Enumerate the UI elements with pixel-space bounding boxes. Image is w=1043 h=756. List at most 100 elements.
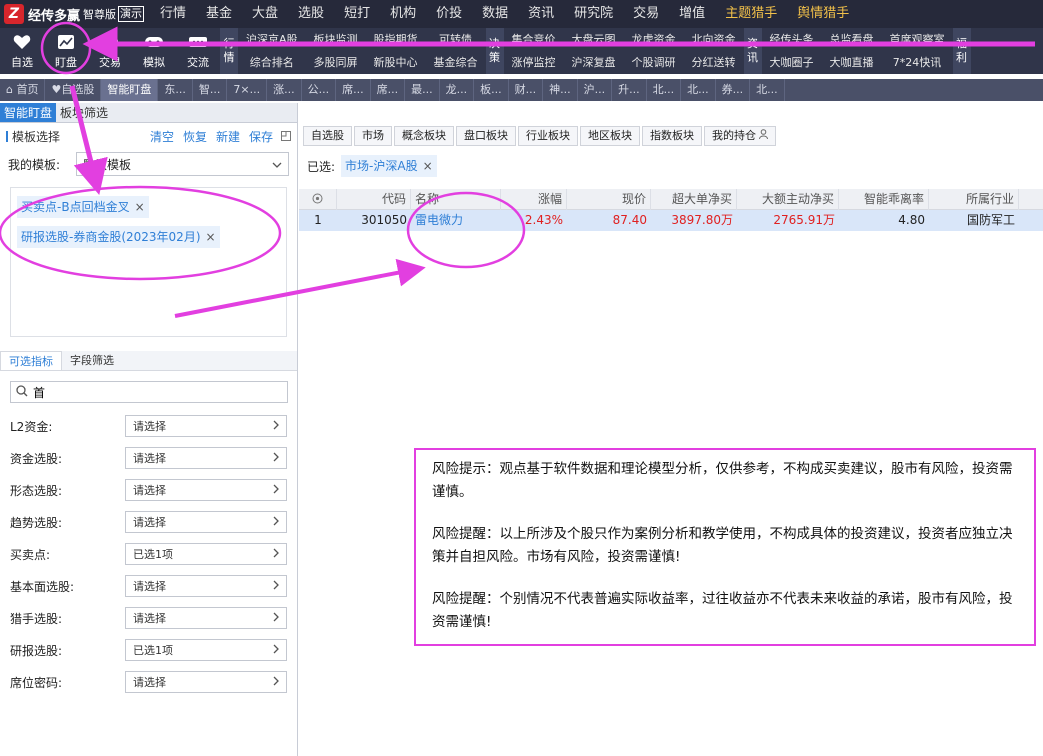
toolbar-link[interactable]: 龙虎资金 <box>624 28 684 51</box>
toolbar-btn-trade[interactable]: 交易 <box>88 28 132 74</box>
filter-select[interactable]: 请选择 <box>125 479 287 501</box>
column-header[interactable]: 智能乖离率 <box>839 188 929 210</box>
template-chip[interactable]: 买卖点-B点回档金叉 × <box>17 196 149 218</box>
page-tab[interactable]: ♥自选股 <box>45 79 102 101</box>
table-cell[interactable]: 雷电微力 <box>411 210 501 231</box>
toolbar-link[interactable]: 基金综合 <box>426 51 486 74</box>
column-header[interactable]: 所属行业 <box>929 188 1019 210</box>
page-tab[interactable]: ⌂ 首页 <box>0 79 46 101</box>
tab-sector-filter[interactable]: 板块筛选 <box>56 103 112 122</box>
search-input[interactable] <box>33 385 273 399</box>
toolbar-link[interactable]: 股指期货 <box>366 28 426 51</box>
toolbar-link[interactable]: 分红送转 <box>684 51 744 74</box>
category-tab[interactable]: 地区板块 <box>580 126 640 146</box>
new-template-button[interactable]: 新建 <box>216 128 240 145</box>
page-tab[interactable]: 板... <box>474 79 509 101</box>
market-chip[interactable]: 市场-沪深A股 × <box>341 155 437 177</box>
toolbar-link[interactable]: 北向资金 <box>684 28 744 51</box>
toolbar-link[interactable]: 大咖直播 <box>822 51 882 74</box>
category-tab[interactable]: 自选股 <box>303 126 352 146</box>
toolbar-link[interactable]: 个股调研 <box>624 51 684 74</box>
menu-item[interactable]: 大盘 <box>242 0 288 28</box>
menu-item[interactable]: 机构 <box>380 0 426 28</box>
filter-select[interactable]: 请选择 <box>125 607 287 629</box>
toolbar-btn-monitor[interactable]: 盯盘 <box>44 28 88 74</box>
toolbar-btn-simulate[interactable]: 模拟 <box>132 28 176 74</box>
category-tab[interactable]: 概念板块 <box>394 126 454 146</box>
toolbar-link[interactable]: 大盘云图 <box>564 28 624 51</box>
column-header[interactable]: 涨幅 <box>501 188 567 210</box>
toolbar-btn-community[interactable]: 交流 <box>176 28 220 74</box>
toolbar-btn-favorites[interactable]: 自选 <box>0 28 44 74</box>
remove-chip-icon[interactable]: × <box>206 230 216 244</box>
page-tab[interactable]: 神... <box>543 79 578 101</box>
menu-item[interactable]: 短打 <box>334 0 380 28</box>
toolbar-link[interactable]: 板块监测 <box>306 28 366 51</box>
menu-item[interactable]: 研究院 <box>564 0 623 28</box>
table-row[interactable]: 1 301050 雷电微力 2.43% 87.40 3897.80万 2765.91万 4.8… <box>299 210 1043 231</box>
page-tab[interactable]: 智... <box>193 79 228 101</box>
toolbar-group-tag[interactable]: 资讯 <box>743 28 762 74</box>
clear-button[interactable]: 清空 <box>150 128 174 145</box>
table-settings-icon[interactable] <box>299 188 337 210</box>
toolbar-group-tag[interactable]: 福利 <box>952 28 971 74</box>
expand-icon[interactable] <box>281 131 291 141</box>
remove-chip-icon[interactable]: × <box>135 200 145 214</box>
page-tab[interactable]: 北... <box>681 79 716 101</box>
column-header[interactable]: 名称 <box>411 188 501 210</box>
category-tab[interactable]: 行业板块 <box>518 126 578 146</box>
toolbar-link[interactable] <box>971 28 987 51</box>
toolbar-link[interactable]: 沪深京A股 <box>238 28 306 51</box>
page-tab[interactable]: 最... <box>405 79 440 101</box>
tab-smart-monitor[interactable]: 智能盯盘 <box>0 103 57 122</box>
menu-item[interactable]: 资讯 <box>518 0 564 28</box>
toolbar-link[interactable]: 总监看盘 <box>822 28 882 51</box>
toolbar-link[interactable]: 涨停监控 <box>504 51 564 74</box>
category-tab[interactable]: 盘口板块 <box>456 126 516 146</box>
filter-select[interactable]: 请选择 <box>125 415 287 437</box>
toolbar-link[interactable]: 可转债 <box>426 28 486 51</box>
template-select[interactable]: 默认模板 <box>76 152 289 176</box>
column-header[interactable]: 超大单净买 <box>651 188 737 210</box>
restore-button[interactable]: 恢复 <box>183 128 207 145</box>
menu-item[interactable]: 数据 <box>472 0 518 28</box>
toolbar-group-tag[interactable]: 决策 <box>485 28 504 74</box>
menu-item[interactable]: 基金 <box>196 0 242 28</box>
page-tab[interactable]: 东... <box>158 79 193 101</box>
menu-item[interactable]: 价投 <box>426 0 472 28</box>
demo-badge[interactable]: 演示 <box>118 6 145 22</box>
toolbar-link[interactable]: 综合排名 <box>238 51 306 74</box>
menu-item[interactable]: 交易 <box>623 0 669 28</box>
page-tab[interactable]: 涨... <box>267 79 302 101</box>
page-tab[interactable]: 北... <box>750 79 785 101</box>
category-tab[interactable]: 指数板块 <box>642 126 702 146</box>
page-tab[interactable]: 智能盯盘 <box>101 79 159 101</box>
tab-field-filter[interactable]: 字段筛选 <box>62 351 122 370</box>
menu-item[interactable]: 增值 <box>669 0 715 28</box>
page-tab[interactable]: 北... <box>647 79 682 101</box>
page-tab[interactable]: 财... <box>509 79 544 101</box>
page-tab[interactable]: 沪... <box>578 79 613 101</box>
column-header[interactable]: 代码 <box>337 188 411 210</box>
filter-select[interactable]: 请选择 <box>125 447 287 469</box>
column-header[interactable]: 现价 <box>567 188 651 210</box>
filter-select[interactable]: 请选择 <box>125 511 287 533</box>
toolbar-link[interactable]: 大咖圈子 <box>762 51 822 74</box>
menu-item[interactable]: 行情 <box>150 0 196 28</box>
filter-select[interactable]: 请选择 <box>125 671 287 693</box>
filter-select[interactable]: 请选择 <box>125 575 287 597</box>
remove-chip-icon[interactable]: × <box>423 159 433 173</box>
column-header[interactable]: 大额主动净买 <box>737 188 839 210</box>
toolbar-link[interactable]: 经传头条 <box>762 28 822 51</box>
page-tab[interactable]: 席... <box>371 79 406 101</box>
toolbar-link[interactable]: 首席观察室 <box>882 28 953 51</box>
menu-item[interactable]: 主题猎手 <box>715 0 787 28</box>
indicator-search[interactable] <box>10 381 288 403</box>
save-button[interactable]: 保存 <box>249 128 273 145</box>
template-chip[interactable]: 研报选股-券商金股(2023年02月) × <box>17 226 220 248</box>
page-tab[interactable]: 券... <box>716 79 751 101</box>
toolbar-link[interactable]: 沪深复盘 <box>564 51 624 74</box>
page-tab[interactable]: 席... <box>336 79 371 101</box>
page-tab[interactable]: 龙... <box>440 79 475 101</box>
page-tab[interactable]: 7×... <box>227 79 268 101</box>
